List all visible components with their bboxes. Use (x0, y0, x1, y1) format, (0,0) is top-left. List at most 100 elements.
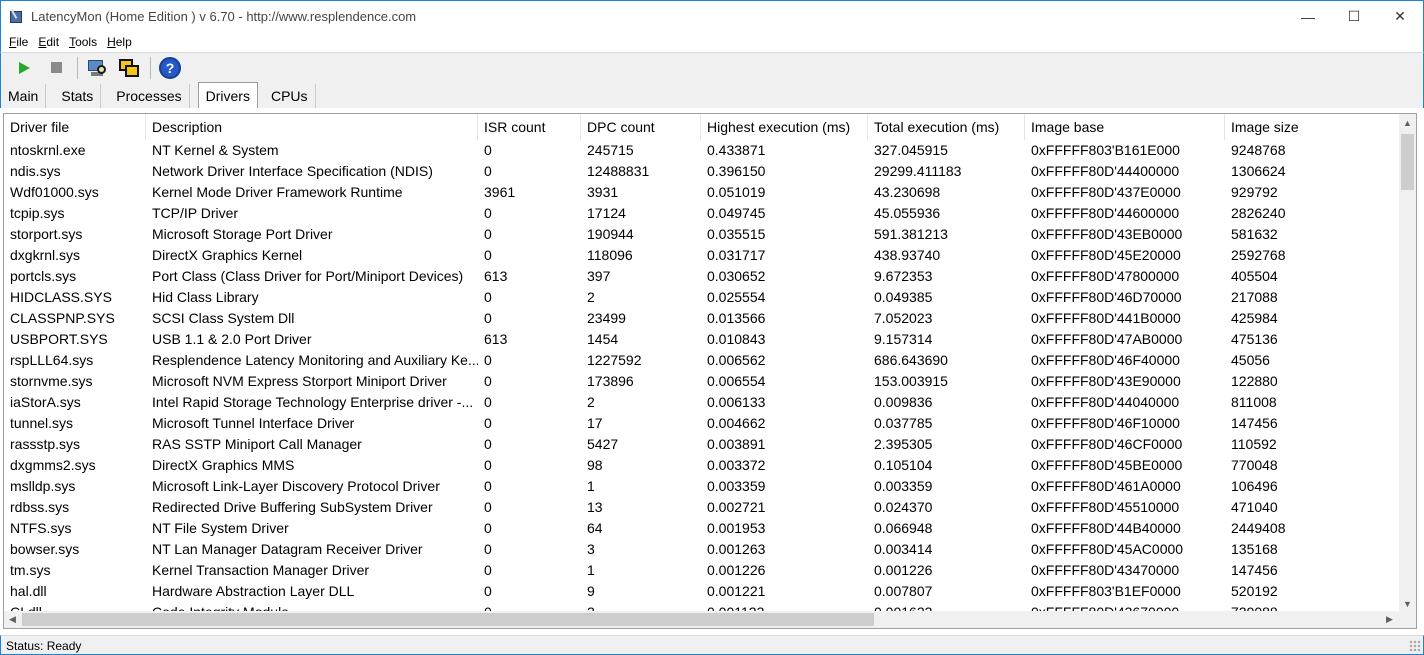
menu-help[interactable]: Help (103, 35, 136, 49)
table-cell: 770048 (1231, 457, 1278, 473)
table-cell: 0 (484, 163, 492, 179)
table-cell: 0xFFFFF80D'47800000 (1031, 268, 1180, 284)
table-cell: 0 (484, 142, 492, 158)
table-cell: 686.643690 (874, 352, 948, 368)
table-cell: DirectX Graphics Kernel (152, 247, 303, 263)
table-cell: 613 (484, 268, 508, 284)
stop-button[interactable] (43, 55, 69, 81)
table-row[interactable]: dxgmms2.sys DirectX Graphics MMS 0 98 0.0033… (4, 455, 1405, 476)
scroll-up-arrow-icon[interactable]: ▲ (1399, 114, 1416, 131)
table-cell: 0 (484, 520, 492, 536)
maximize-button[interactable]: ☐ (1331, 1, 1377, 32)
column-header[interactable]: Total execution (ms) (868, 114, 1025, 140)
table-cell: USB 1.1 & 2.0 Port Driver (152, 331, 312, 347)
tab-main[interactable]: Main (1, 84, 47, 108)
table-row[interactable]: dxgkrnl.sys DirectX Graphics Kernel 0 11809… (4, 245, 1405, 266)
table-cell: 0xFFFFF80D'45BE0000 (1031, 457, 1183, 473)
table-cell: 1 (587, 478, 595, 494)
table-cell: ntoskrnl.exe (10, 142, 86, 158)
table-cell: 0.035515 (707, 226, 766, 242)
table-row[interactable]: stornvme.sys Microsoft NVM Express Storpo… (4, 371, 1405, 392)
column-header[interactable]: DPC count (581, 114, 701, 140)
vertical-scroll-thumb[interactable] (1401, 134, 1414, 190)
column-header[interactable]: Highest execution (ms) (701, 114, 868, 140)
table-row[interactable]: ntoskrnl.exe NT Kernel & System 0 245715 0.4… (4, 140, 1405, 161)
resize-grip-icon[interactable] (1409, 640, 1421, 652)
column-header[interactable]: Image size (1225, 114, 1405, 140)
table-cell: NT File System Driver (152, 520, 289, 536)
table-cell: rassstp.sys (10, 436, 81, 452)
column-header[interactable]: ISR count (478, 114, 581, 140)
table-cell: Kernel Transaction Manager Driver (152, 562, 370, 578)
table-row[interactable]: portcls.sys Port Class (Class Driver for … (4, 266, 1405, 287)
table-row[interactable]: CLASSPNP.SYS SCSI Class System Dll 0 23499 0… (4, 308, 1405, 329)
table-cell: 45.055936 (874, 205, 941, 221)
table-cell: dxgkrnl.sys (10, 247, 81, 263)
minimize-button[interactable]: — (1285, 1, 1331, 32)
table-row[interactable]: hal.dll Hardware Abstraction Layer DLL 0 9 0… (4, 581, 1405, 602)
table-cell: RAS SSTP Miniport Call Manager (152, 436, 362, 452)
table-row[interactable]: tcpip.sys TCP/IP Driver 0 17124 0.049745 45.0… (4, 203, 1405, 224)
tab-bar: Main Stats Processes Drivers CPUs (0, 82, 1424, 108)
table-row[interactable]: ndis.sys Network Driver Interface Specifi… (4, 161, 1405, 182)
table-row[interactable]: NTFS.sys NT File System Driver 0 64 0.001953… (4, 518, 1405, 539)
table-row[interactable]: tm.sys Kernel Transaction Manager Driver 0… (4, 560, 1405, 581)
table-row[interactable]: Wdf01000.sys Kernel Mode Driver Framework… (4, 182, 1405, 203)
table-cell: DirectX Graphics MMS (152, 457, 295, 473)
start-button[interactable] (11, 55, 37, 81)
tab-cpus[interactable]: CPUs (264, 84, 316, 108)
table-row[interactable]: mslldp.sys Microsoft Link-Layer Discovery… (4, 476, 1405, 497)
table-cell: 122880 (1231, 373, 1278, 389)
table-cell: 2826240 (1231, 205, 1286, 221)
table-cell: 12488831 (587, 163, 650, 179)
close-button[interactable]: ✕ (1377, 1, 1423, 32)
table-cell: 0.003359 (707, 478, 766, 494)
table-cell: 2 (587, 289, 595, 305)
table-cell: 0xFFFFF803'B161E000 (1031, 142, 1180, 158)
table-row[interactable]: bowser.sys NT Lan Manager Datagram Receiv… (4, 539, 1405, 560)
table-row[interactable]: storport.sys Microsoft Storage Port Drive… (4, 224, 1405, 245)
column-header[interactable]: Description (146, 114, 478, 140)
toolbar-separator (77, 56, 78, 79)
scroll-left-arrow-icon[interactable]: ◀ (4, 611, 21, 628)
horizontal-scroll-thumb[interactable] (22, 613, 874, 626)
tab-drivers[interactable]: Drivers (197, 82, 258, 108)
computer-info-button[interactable] (84, 55, 110, 81)
column-header[interactable]: Image base (1025, 114, 1225, 140)
drivers-grid[interactable]: Driver file Description ISR count DPC count… (3, 113, 1417, 629)
table-row[interactable]: HIDCLASS.SYS Hid Class Library 0 2 0.025554 0… (4, 287, 1405, 308)
table-cell: 0.003891 (707, 436, 766, 452)
tab-processes[interactable]: Processes (109, 84, 190, 108)
table-cell: Network Driver Interface Specification (… (152, 163, 433, 179)
grid-header: Driver file Description ISR count DPC count… (4, 114, 1405, 140)
table-cell: 0xFFFFF80D'47AB0000 (1031, 331, 1183, 347)
table-cell: 0 (484, 562, 492, 578)
table-row[interactable]: tunnel.sys Microsoft Tunnel Interface Dri… (4, 413, 1405, 434)
table-row[interactable]: rdbss.sys Redirected Drive Buffering SubS… (4, 497, 1405, 518)
table-cell: 0 (484, 415, 492, 431)
menu-file[interactable]: File (5, 35, 32, 49)
table-cell: HIDCLASS.SYS (10, 289, 112, 305)
scroll-down-arrow-icon[interactable]: ▼ (1399, 595, 1416, 612)
vertical-scrollbar[interactable]: ▲ ▼ (1399, 114, 1416, 612)
table-row[interactable]: iaStorA.sys Intel Rapid Storage Technolog… (4, 392, 1405, 413)
table-cell: 0.004662 (707, 415, 766, 431)
table-cell: Wdf01000.sys (10, 184, 99, 200)
menu-tools[interactable]: Tools (65, 35, 101, 49)
help-button[interactable]: ? (157, 55, 183, 81)
table-cell: 0 (484, 436, 492, 452)
column-header[interactable]: Driver file (4, 114, 146, 140)
menu-edit[interactable]: Edit (34, 35, 63, 49)
table-cell: Hardware Abstraction Layer DLL (152, 583, 355, 599)
tab-stats[interactable]: Stats (54, 84, 102, 108)
table-cell: 0xFFFFF80D'43EB0000 (1031, 226, 1183, 242)
table-cell: 0.031717 (707, 247, 766, 263)
horizontal-scrollbar[interactable]: ◀ ▶ (4, 611, 1416, 628)
scroll-right-arrow-icon[interactable]: ▶ (1381, 611, 1398, 628)
table-row[interactable]: USBPORT.SYS USB 1.1 & 2.0 Port Driver 613 1… (4, 329, 1405, 350)
windows-button[interactable] (116, 55, 142, 81)
table-cell: 0.002721 (707, 499, 766, 515)
table-cell: rdbss.sys (10, 499, 70, 515)
table-row[interactable]: rspLLL64.sys Resplendence Latency Monitor… (4, 350, 1405, 371)
table-row[interactable]: rassstp.sys RAS SSTP Miniport Call Manage… (4, 434, 1405, 455)
